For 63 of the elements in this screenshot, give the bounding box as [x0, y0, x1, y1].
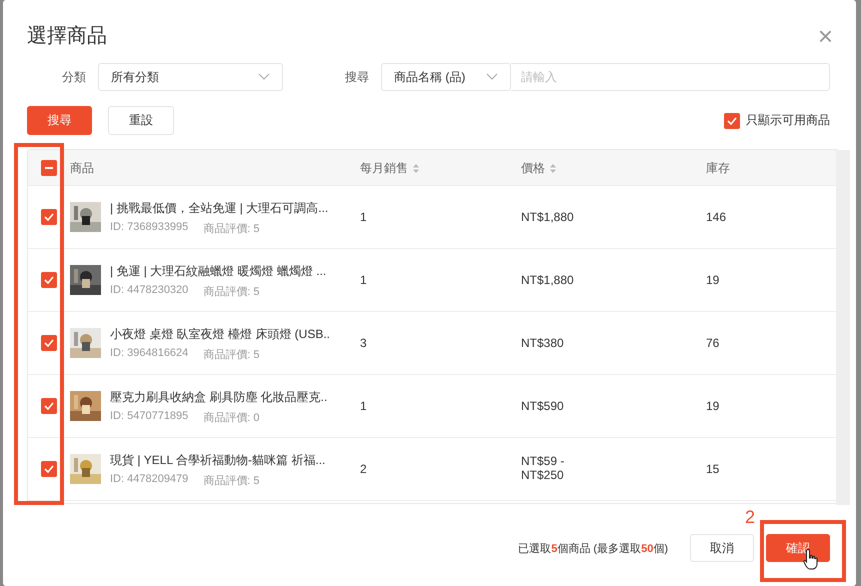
product-name: | 免運 | 大理石紋融蠟燈 暖燭燈 蠟燭燈 ...	[110, 264, 326, 278]
row-checkbox[interactable]	[41, 209, 57, 225]
category-dropdown[interactable]: 所有分類	[98, 63, 283, 91]
selection-summary: 已選取5個商品 (最多選取50個)	[518, 542, 668, 556]
table-cell: 19	[706, 273, 720, 287]
table-cell: 3	[360, 336, 367, 350]
price-cell-text: NT$1,880	[521, 210, 575, 224]
category-label: 分類	[62, 68, 86, 86]
product-rating: 商品評價: 0	[203, 410, 260, 424]
column-header: 商品	[70, 160, 94, 176]
product-rating: 商品評價: 5	[203, 222, 260, 236]
cancel-button[interactable]: 取消	[690, 534, 754, 562]
row-checkbox[interactable]	[41, 398, 57, 414]
column-header[interactable]: 價格	[521, 160, 556, 176]
dialog-title: 選擇商品	[27, 24, 107, 49]
column-header: 庫存	[706, 160, 730, 176]
checkbox-label: 只顯示可用商品	[746, 112, 830, 129]
search-label: 搜尋	[345, 68, 369, 86]
check-icon	[44, 465, 54, 473]
price-cell-text: NT$380	[521, 336, 565, 350]
close-button[interactable]: ×	[818, 22, 833, 48]
row-checkbox[interactable]	[41, 335, 57, 351]
product-name: 小夜燈 桌燈 臥室夜燈 檯燈 床頭燈 (USB..	[110, 326, 330, 340]
check-icon	[727, 116, 737, 124]
chevron-icon	[258, 73, 270, 81]
price-cell-text: NT$590	[521, 399, 565, 413]
product-name: 壓克力刷具收納盒 刷具防塵 化妝品壓克..	[110, 390, 328, 404]
select-all-checkbox[interactable]	[41, 160, 57, 176]
chevron-icon	[486, 73, 498, 81]
checkbox[interactable]	[724, 112, 740, 128]
row-checkbox[interactable]	[41, 461, 57, 477]
price-cell-text: NT$1,880	[521, 273, 575, 287]
search-field[interactable]: 請輸入	[511, 63, 830, 91]
price-cell-text: NT$59 - NT$250	[521, 454, 566, 482]
product-id: ID: 7368933995	[110, 220, 188, 234]
table-cell: 2	[360, 462, 367, 476]
search-button[interactable]: 搜尋	[27, 106, 92, 135]
product-rating: 商品評價: 5	[203, 284, 260, 298]
table-cell: 19	[706, 399, 720, 413]
product-id: ID: 4478209479	[110, 472, 188, 486]
table-cell: 1	[360, 273, 367, 287]
product-rating: 商品評價: 5	[203, 348, 260, 362]
table-cell: 15	[706, 462, 720, 476]
product-id: ID: 4478230320	[110, 284, 188, 298]
product-rating: 商品評價: 5	[203, 474, 260, 488]
row-checkbox[interactable]	[41, 272, 57, 288]
reset-button[interactable]: 重設	[108, 106, 174, 135]
product-name: 現貨 | YELL 合學祈福動物-貓咪篇 祈福...	[110, 452, 326, 466]
check-icon	[44, 402, 54, 410]
column-header[interactable]: 每月銷售	[360, 160, 419, 176]
product-id: ID: 5470771895	[110, 410, 188, 424]
table-cell: 1	[360, 399, 367, 413]
step-number: 2	[745, 507, 756, 528]
check-icon	[44, 213, 54, 221]
table-cell: 76	[706, 336, 720, 350]
check-icon	[44, 339, 54, 347]
product-name: | 挑戰最低價，全站免運 | 大理石可調高...	[110, 200, 328, 214]
table-cell: 1	[360, 210, 367, 224]
minus-icon	[45, 166, 53, 168]
product-id: ID: 3964816624	[110, 346, 188, 360]
table-cell: 146	[706, 210, 726, 224]
check-icon	[44, 276, 54, 284]
search-scope-dropdown[interactable]: 商品名稱 (品)	[381, 63, 511, 91]
